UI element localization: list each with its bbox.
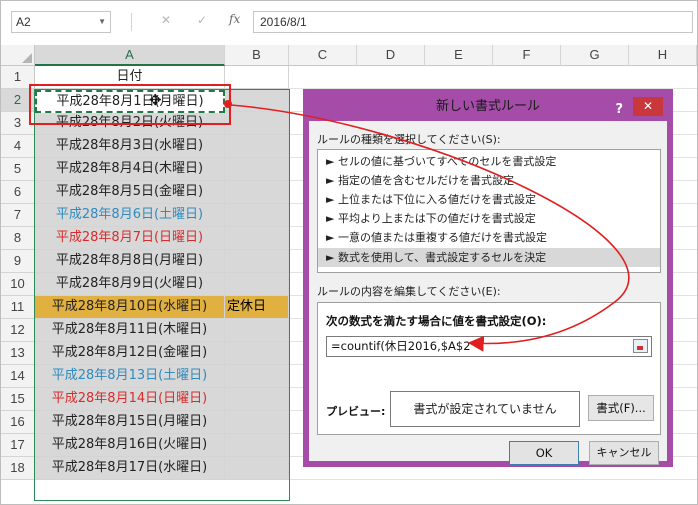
column-header-d[interactable]: D bbox=[357, 45, 425, 66]
rule-formula-input[interactable]: =countif(休日2016,$A$2 bbox=[326, 336, 652, 357]
cell-b[interactable] bbox=[225, 388, 289, 411]
format-button[interactable]: 書式(F)... bbox=[588, 395, 654, 421]
cell-a[interactable]: 平成28年8月10日(水曜日) bbox=[35, 296, 225, 319]
row-header[interactable]: 13 bbox=[1, 342, 35, 365]
row-header[interactable]: 16 bbox=[1, 411, 35, 434]
cancel-icon[interactable]: ✕ bbox=[161, 13, 171, 27]
chevron-down-icon[interactable]: ▼ bbox=[98, 12, 106, 32]
cell-a[interactable]: 平成28年8月7日(日曜日) bbox=[35, 227, 225, 250]
cell-b[interactable] bbox=[225, 66, 289, 89]
name-box[interactable]: A2 ▼ bbox=[11, 11, 111, 33]
cell-b[interactable] bbox=[225, 411, 289, 434]
row-header[interactable]: 7 bbox=[1, 204, 35, 227]
cell-b[interactable] bbox=[225, 434, 289, 457]
cell-a[interactable]: 平成28年8月4日(木曜日) bbox=[35, 158, 225, 181]
close-icon[interactable]: ✕ bbox=[633, 97, 663, 116]
cell-a[interactable]: 平成28年8月5日(金曜日) bbox=[35, 181, 225, 204]
cell-a[interactable]: 平成28年8月17日(水曜日) bbox=[35, 457, 225, 480]
row-header[interactable]: 12 bbox=[1, 319, 35, 342]
rule-type-item[interactable]: ► 指定の値を含むセルだけを書式設定 bbox=[318, 171, 660, 190]
rule-type-item[interactable]: ► 平均より上または下の値だけを書式設定 bbox=[318, 209, 660, 228]
new-formatting-rule-dialog: 新しい書式ルール ? ✕ ルールの種類を選択してください(S): ► セルの値に… bbox=[303, 89, 673, 467]
move-cursor-icon: ✥ bbox=[149, 91, 162, 109]
column-header-h[interactable]: H bbox=[629, 45, 697, 66]
select-rule-label: ルールの種類を選択してください(S): bbox=[317, 133, 501, 146]
row-header[interactable]: 9 bbox=[1, 250, 35, 273]
row-header[interactable]: 15 bbox=[1, 388, 35, 411]
cancel-button[interactable]: キャンセル bbox=[589, 441, 659, 465]
cell-b[interactable] bbox=[225, 204, 289, 227]
column-header-f[interactable]: F bbox=[493, 45, 561, 66]
select-all-corner[interactable] bbox=[1, 45, 35, 66]
row-header[interactable]: 5 bbox=[1, 158, 35, 181]
column-header-g[interactable]: G bbox=[561, 45, 629, 66]
cell-b[interactable] bbox=[225, 181, 289, 204]
column-header-e[interactable]: E bbox=[425, 45, 493, 66]
cell-a[interactable]: 平成28年8月3日(水曜日) bbox=[35, 135, 225, 158]
row-header[interactable]: 14 bbox=[1, 365, 35, 388]
cell-b[interactable] bbox=[225, 227, 289, 250]
cell-a[interactable]: 平成28年8月15日(月曜日) bbox=[35, 411, 225, 434]
range-select-icon[interactable] bbox=[633, 339, 648, 353]
cell-a[interactable]: 平成28年8月9日(火曜日) bbox=[35, 273, 225, 296]
cell-b[interactable] bbox=[225, 457, 289, 480]
edit-rule-label: ルールの内容を編集してください(E): bbox=[317, 285, 501, 298]
dialog-title-bar[interactable]: 新しい書式ルール ? ✕ bbox=[309, 95, 667, 121]
column-header-b[interactable]: B bbox=[225, 45, 289, 66]
enter-icon[interactable]: ✓ bbox=[197, 13, 207, 27]
row-header[interactable]: 11 bbox=[1, 296, 35, 319]
name-box-value: A2 bbox=[16, 15, 31, 29]
cell-b[interactable] bbox=[225, 112, 289, 135]
cell-a[interactable]: 平成28年8月13日(土曜日) bbox=[35, 365, 225, 388]
cell-b[interactable] bbox=[225, 319, 289, 342]
cell-a[interactable]: 平成28年8月12日(金曜日) bbox=[35, 342, 225, 365]
divider bbox=[131, 13, 132, 31]
rule-formula-text: =countif(休日2016,$A$2 bbox=[331, 339, 471, 353]
annotation-highlight-box bbox=[29, 84, 231, 125]
rule-description-panel: 次の数式を満たす場合に値を書式設定(O): =countif(休日2016,$A… bbox=[317, 302, 661, 435]
cell-a[interactable]: 平成28年8月11日(木曜日) bbox=[35, 319, 225, 342]
formula-bar: A2 ▼ ✕ ✓ fx 2016/8/1 bbox=[1, 1, 697, 45]
rule-type-item-selected[interactable]: ► 数式を使用して、書式設定するセルを決定 bbox=[318, 248, 660, 267]
insert-function-icon[interactable]: fx bbox=[229, 12, 240, 26]
cell-b[interactable] bbox=[225, 135, 289, 158]
row-header[interactable]: 18 bbox=[1, 457, 35, 480]
cell-a[interactable]: 平成28年8月6日(土曜日) bbox=[35, 204, 225, 227]
excel-window: A2 ▼ ✕ ✓ fx 2016/8/1 A B C D E F G H 1 日付… bbox=[0, 0, 698, 505]
row-header[interactable]: 6 bbox=[1, 181, 35, 204]
rule-type-item[interactable]: ► 上位または下位に入る値だけを書式設定 bbox=[318, 190, 660, 209]
cell-a[interactable]: 平成28年8月8日(月曜日) bbox=[35, 250, 225, 273]
column-header-a[interactable]: A bbox=[35, 45, 225, 66]
help-icon[interactable]: ? bbox=[615, 98, 623, 122]
rule-type-item[interactable]: ► セルの値に基づいてすべてのセルを書式設定 bbox=[318, 152, 660, 171]
cell-b[interactable] bbox=[225, 365, 289, 388]
cell-b[interactable] bbox=[225, 158, 289, 181]
cell-b[interactable] bbox=[225, 273, 289, 296]
ok-button[interactable]: OK bbox=[509, 441, 579, 465]
preview-box: 書式が設定されていません bbox=[390, 391, 580, 427]
cell-b[interactable] bbox=[225, 250, 289, 273]
cell-b[interactable] bbox=[225, 342, 289, 365]
column-header-c[interactable]: C bbox=[289, 45, 357, 66]
preview-label: プレビュー: bbox=[326, 405, 386, 418]
rule-type-list[interactable]: ► セルの値に基づいてすべてのセルを書式設定 ► 指定の値を含むセルだけを書式設… bbox=[317, 149, 661, 273]
row-header[interactable]: 17 bbox=[1, 434, 35, 457]
row-header[interactable]: 8 bbox=[1, 227, 35, 250]
rule-type-item[interactable]: ► 一意の値または重複する値だけを書式設定 bbox=[318, 228, 660, 247]
cell-a[interactable]: 平成28年8月14日(日曜日) bbox=[35, 388, 225, 411]
empty-cells[interactable] bbox=[289, 66, 697, 89]
dialog-title: 新しい書式ルール bbox=[435, 99, 540, 114]
row-header[interactable]: 10 bbox=[1, 273, 35, 296]
formula-input[interactable]: 2016/8/1 bbox=[253, 11, 693, 33]
cell-a[interactable]: 平成28年8月16日(火曜日) bbox=[35, 434, 225, 457]
row-header[interactable]: 4 bbox=[1, 135, 35, 158]
cell-b[interactable] bbox=[225, 89, 289, 112]
formula-caption: 次の数式を満たす場合に値を書式設定(O): bbox=[326, 314, 547, 328]
cell-b[interactable]: 定休日 bbox=[225, 296, 289, 319]
